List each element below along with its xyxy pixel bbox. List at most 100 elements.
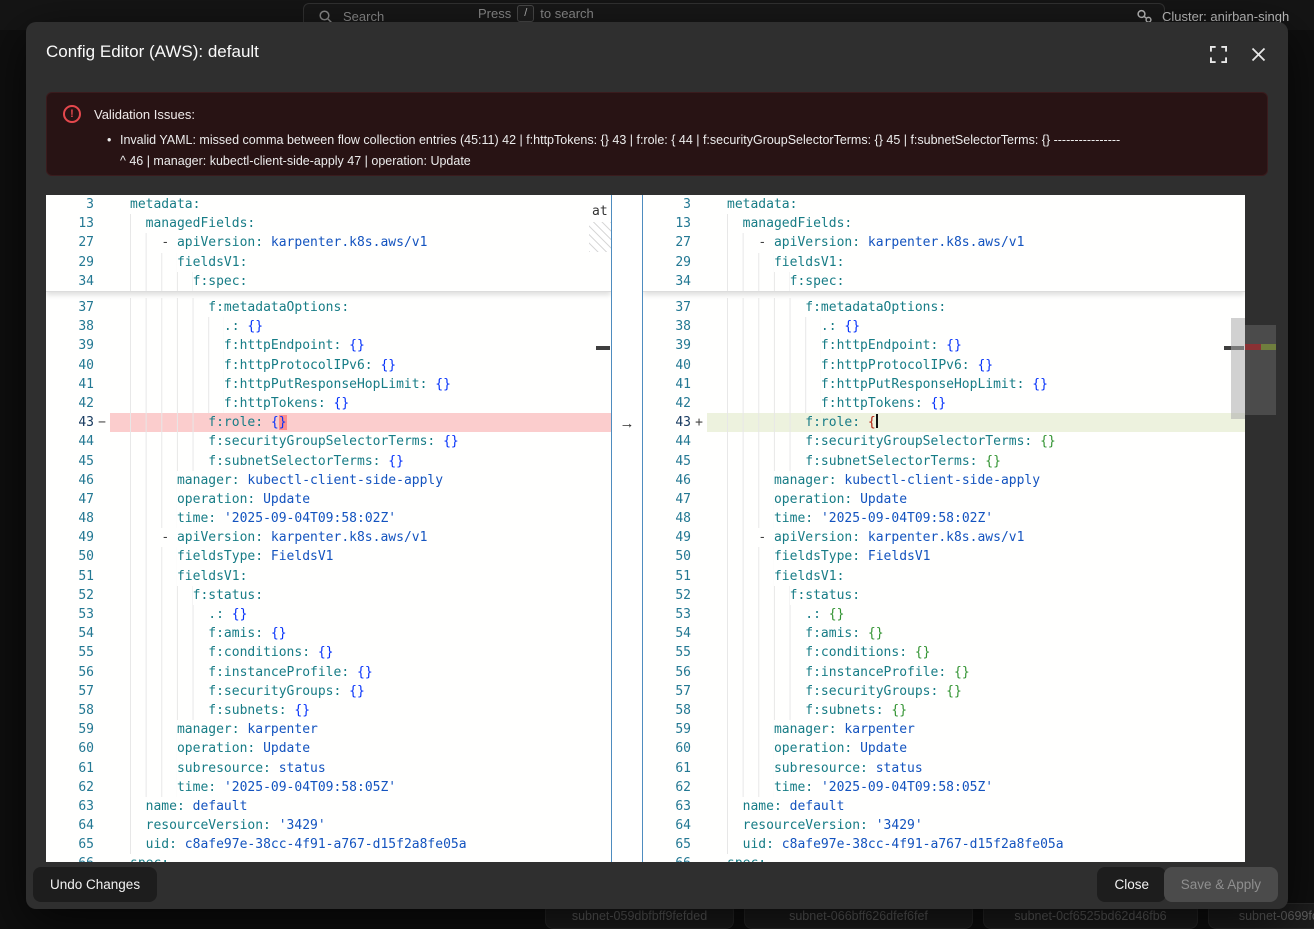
code-line[interactable]: 37 f:metadataOptions: bbox=[643, 298, 1245, 317]
code-line[interactable]: 51 fieldsV1: bbox=[643, 567, 1245, 586]
code-line[interactable]: 54 f:amis: {} bbox=[46, 624, 611, 643]
code-line[interactable]: 41 f:httpPutResponseHopLimit: {} bbox=[643, 375, 1245, 394]
code-line[interactable]: 43+ f:role: { bbox=[643, 413, 1245, 432]
code-line[interactable]: 27 - apiVersion: karpenter.k8s.aws/v1 bbox=[46, 233, 611, 252]
code-line[interactable]: 64 resourceVersion: '3429' bbox=[643, 816, 1245, 835]
code-lines-original: 37 f:metadataOptions:38 .: {}39 f:httpEn… bbox=[46, 298, 611, 862]
code-line[interactable]: 3metadata: bbox=[46, 195, 611, 214]
code-line[interactable]: 34 f:spec: bbox=[46, 272, 611, 291]
code-line[interactable]: 51 fieldsV1: bbox=[46, 567, 611, 586]
search-shortcut-hint: Press / to search bbox=[478, 5, 594, 22]
code-line[interactable]: 42 f:httpTokens: {} bbox=[46, 394, 611, 413]
error-icon: ! bbox=[63, 105, 81, 123]
code-line[interactable]: 3metadata: bbox=[643, 195, 1245, 214]
scrollbar-slider[interactable] bbox=[1231, 318, 1245, 419]
code-line[interactable]: 44 f:securityGroupSelectorTerms: {} bbox=[46, 432, 611, 451]
code-line[interactable]: 47 operation: Update bbox=[46, 490, 611, 509]
revert-change-arrow-icon[interactable]: → bbox=[612, 414, 642, 433]
code-line[interactable]: 61 subresource: status bbox=[643, 759, 1245, 778]
code-line[interactable]: 49 - apiVersion: karpenter.k8s.aws/v1 bbox=[46, 528, 611, 547]
code-line[interactable]: 50 fieldsType: FieldsV1 bbox=[643, 547, 1245, 566]
code-line[interactable]: 38 .: {} bbox=[643, 317, 1245, 336]
code-line[interactable]: 59 manager: karpenter bbox=[46, 720, 611, 739]
hidden-region-hatch bbox=[589, 222, 611, 252]
code-line[interactable]: 55 f:conditions: {} bbox=[46, 643, 611, 662]
code-line[interactable]: 48 time: '2025-09-04T09:58:02Z' bbox=[46, 509, 611, 528]
code-line[interactable]: 66spec: bbox=[46, 854, 611, 862]
overview-ruler-deleted-mark bbox=[1245, 344, 1261, 350]
code-line[interactable]: 62 time: '2025-09-04T09:58:05Z' bbox=[643, 778, 1245, 797]
validation-message: •Invalid YAML: missed comma between flow… bbox=[107, 130, 1251, 172]
code-line[interactable]: 60 operation: Update bbox=[46, 739, 611, 758]
page-title: Config Editor (AWS): default bbox=[46, 42, 259, 62]
code-line[interactable]: 59 manager: karpenter bbox=[643, 720, 1245, 739]
code-lines-modified: 37 f:metadataOptions:38 .: {}39 f:httpEn… bbox=[643, 298, 1245, 862]
code-line[interactable]: 40 f:httpProtocolIPv6: {} bbox=[46, 356, 611, 375]
code-line[interactable]: 65 uid: c8afe97e-38cc-4f91-a767-d15f2a8f… bbox=[46, 835, 611, 854]
code-line[interactable]: 53 .: {} bbox=[46, 605, 611, 624]
code-line[interactable]: 56 f:instanceProfile: {} bbox=[46, 663, 611, 682]
code-line[interactable]: 63 name: default bbox=[46, 797, 611, 816]
code-line[interactable]: 29 fieldsV1: bbox=[46, 253, 611, 272]
code-line[interactable]: 57 f:securityGroups: {} bbox=[643, 682, 1245, 701]
code-line[interactable]: 46 manager: kubectl-client-side-apply bbox=[643, 471, 1245, 490]
code-line[interactable]: 60 operation: Update bbox=[643, 739, 1245, 758]
code-line[interactable]: 43− f:role: {} bbox=[46, 413, 611, 432]
diff-gutter: → bbox=[611, 195, 643, 862]
slash-keycap: / bbox=[517, 5, 534, 22]
code-line[interactable]: 48 time: '2025-09-04T09:58:02Z' bbox=[643, 509, 1245, 528]
code-line[interactable]: 38 .: {} bbox=[46, 317, 611, 336]
code-line[interactable]: 46 manager: kubectl-client-side-apply bbox=[46, 471, 611, 490]
code-line[interactable]: 40 f:httpProtocolIPv6: {} bbox=[643, 356, 1245, 375]
code-line[interactable]: 55 f:conditions: {} bbox=[643, 643, 1245, 662]
overview-ruler bbox=[1245, 325, 1276, 415]
code-line[interactable]: 37 f:metadataOptions: bbox=[46, 298, 611, 317]
code-line[interactable]: 56 f:instanceProfile: {} bbox=[643, 663, 1245, 682]
save-apply-button[interactable]: Save & Apply bbox=[1164, 867, 1278, 902]
code-line[interactable]: 39 f:httpEndpoint: {} bbox=[643, 336, 1245, 355]
code-line[interactable]: 39 f:httpEndpoint: {} bbox=[46, 336, 611, 355]
close-icon[interactable] bbox=[1248, 44, 1268, 64]
code-line[interactable]: 62 time: '2025-09-04T09:58:05Z' bbox=[46, 778, 611, 797]
close-button[interactable]: Close bbox=[1097, 867, 1166, 902]
diff-pane-right[interactable]: 37 f:metadataOptions:38 .: {}39 f:httpEn… bbox=[643, 195, 1245, 862]
yaml-diff-editor: 37 f:metadataOptions:38 .: {}39 f:httpEn… bbox=[46, 195, 1245, 862]
code-line[interactable]: 41 f:httpPutResponseHopLimit: {} bbox=[46, 375, 611, 394]
code-line[interactable]: 27 - apiVersion: karpenter.k8s.aws/v1 bbox=[643, 233, 1245, 252]
code-line[interactable]: 57 f:securityGroups: {} bbox=[46, 682, 611, 701]
code-line[interactable]: 54 f:amis: {} bbox=[643, 624, 1245, 643]
code-line[interactable]: 45 f:subnetSelectorTerms: {} bbox=[46, 452, 611, 471]
validation-title: Validation Issues: bbox=[94, 107, 195, 122]
code-line[interactable]: 47 operation: Update bbox=[643, 490, 1245, 509]
validation-banner: ! Validation Issues: •Invalid YAML: miss… bbox=[46, 92, 1268, 176]
code-line[interactable]: 45 f:subnetSelectorTerms: {} bbox=[643, 452, 1245, 471]
undo-changes-button[interactable]: Undo Changes bbox=[33, 867, 157, 902]
code-line[interactable]: 64 resourceVersion: '3429' bbox=[46, 816, 611, 835]
code-line[interactable]: 50 fieldsType: FieldsV1 bbox=[46, 547, 611, 566]
bullet-icon: • bbox=[107, 130, 120, 151]
dialog-footer: Undo Changes Close Save & Apply bbox=[26, 862, 1288, 909]
code-line[interactable]: 34 f:spec: bbox=[643, 272, 1245, 291]
code-line[interactable]: 29 fieldsV1: bbox=[643, 253, 1245, 272]
code-line[interactable]: 61 subresource: status bbox=[46, 759, 611, 778]
sticky-context-modified[interactable]: 3metadata:13 managedFields:27 - apiVersi… bbox=[643, 195, 1245, 292]
overview-ruler-mark-left bbox=[596, 346, 610, 350]
code-line[interactable]: 13 managedFields: bbox=[643, 214, 1245, 233]
code-line[interactable]: 53 .: {} bbox=[643, 605, 1245, 624]
text-cursor bbox=[876, 414, 878, 428]
code-line[interactable]: 65 uid: c8afe97e-38cc-4f91-a767-d15f2a8f… bbox=[643, 835, 1245, 854]
code-line[interactable]: 13 managedFields: bbox=[46, 214, 611, 233]
fullscreen-button[interactable] bbox=[1208, 44, 1228, 64]
code-line[interactable]: 58 f:subnets: {} bbox=[643, 701, 1245, 720]
code-line[interactable]: 52 f:status: bbox=[46, 586, 611, 605]
code-line[interactable]: 52 f:status: bbox=[643, 586, 1245, 605]
code-line[interactable]: 42 f:httpTokens: {} bbox=[643, 394, 1245, 413]
code-line[interactable]: 66spec: bbox=[643, 854, 1245, 862]
config-editor-dialog: Config Editor (AWS): default ! Validatio… bbox=[26, 22, 1288, 909]
sticky-context-original[interactable]: 3metadata:13 managedFields:27 - apiVersi… bbox=[46, 195, 611, 292]
code-line[interactable]: 44 f:securityGroupSelectorTerms: {} bbox=[643, 432, 1245, 451]
code-line[interactable]: 63 name: default bbox=[643, 797, 1245, 816]
code-line[interactable]: 49 - apiVersion: karpenter.k8s.aws/v1 bbox=[643, 528, 1245, 547]
code-line[interactable]: 58 f:subnets: {} bbox=[46, 701, 611, 720]
diff-pane-left[interactable]: 37 f:metadataOptions:38 .: {}39 f:httpEn… bbox=[46, 195, 611, 862]
